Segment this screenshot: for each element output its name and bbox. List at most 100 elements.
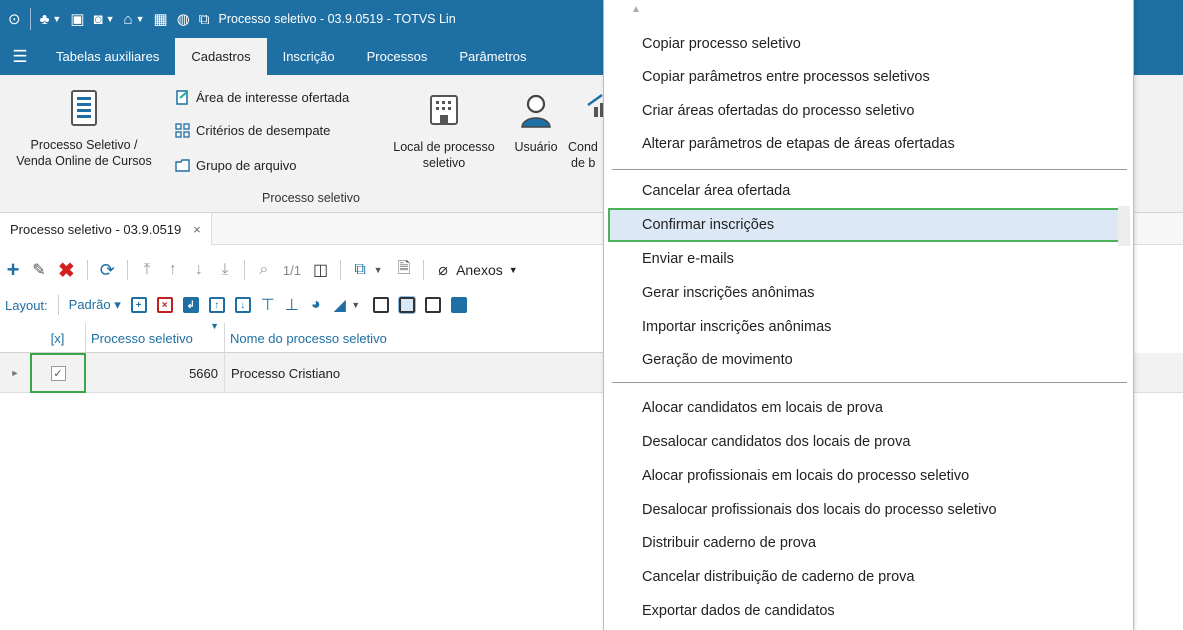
processo-label-2: Venda Online de Cursos: [16, 154, 152, 168]
tab-cadastros[interactable]: Cadastros: [175, 38, 267, 75]
open-window-icon: ⧉: [198, 10, 210, 28]
window-icon[interactable]: ▣: [70, 12, 84, 27]
export-icon[interactable]: ⧉: [353, 261, 367, 279]
edit-icon[interactable]: ✎: [32, 260, 46, 280]
chevron-down-icon[interactable]: ▼: [136, 14, 145, 24]
row-indicator: ►: [0, 353, 30, 393]
color-icon[interactable]: ◕: [309, 296, 323, 314]
select-cell[interactable]: ✓: [30, 353, 86, 393]
tab-tabelas-auxiliares[interactable]: Tabelas auxiliares: [40, 38, 175, 75]
menu-item-copiar-processo[interactable]: Copiar processo seletivo: [608, 27, 1129, 61]
upload-layout-icon[interactable]: ↑: [208, 297, 225, 313]
add-layout-icon[interactable]: +: [130, 297, 147, 313]
local-processo-button[interactable]: Local de processo seletivo: [382, 93, 506, 171]
refresh-icon[interactable]: ⟳: [100, 260, 115, 281]
anexos-button[interactable]: ⌀ Anexos ▼: [436, 260, 518, 280]
add-icon[interactable]: +: [6, 257, 20, 283]
menu-item-desalocar-candidatos[interactable]: Desalocar candidatos dos locais de prova: [608, 425, 1129, 459]
menu-separator: [612, 169, 1127, 170]
menu-item-confirmar-inscricoes[interactable]: Confirmar inscrições: [608, 208, 1129, 242]
table-row[interactable]: ► ✓ 5660 Processo Cristiano: [0, 353, 605, 393]
group-label-processo-seletivo: Processo seletivo: [262, 191, 360, 205]
home-icon[interactable]: ⌂: [124, 12, 133, 27]
menu-item-cancelar-area[interactable]: Cancelar área ofertada: [608, 174, 1129, 208]
menu-item-exportar-dados[interactable]: Exportar dados de candidatos: [608, 594, 1129, 628]
first-record-icon[interactable]: ⤒: [140, 261, 154, 279]
doc-tab-processo-seletivo[interactable]: Processo seletivo - 03.9.0519 ×: [0, 213, 212, 245]
paperclip-icon: ⌀: [438, 262, 448, 279]
processo-column-label: Processo seletivo: [91, 330, 193, 346]
area-interesse-button[interactable]: Área de interesse ofertada: [174, 89, 349, 105]
menu-item-criar-areas[interactable]: Criar áreas ofertadas do processo seleti…: [608, 94, 1129, 128]
download-layout-icon[interactable]: ↓: [234, 297, 251, 313]
close-icon[interactable]: ×: [193, 222, 201, 237]
remove-layout-icon[interactable]: ×: [156, 297, 173, 313]
chevron-down-icon[interactable]: ▼: [371, 265, 385, 275]
tab-parametros[interactable]: Parâmetros: [443, 38, 542, 75]
criterios-button[interactable]: Critérios de desempate: [174, 122, 330, 138]
menu-item-copiar-parametros[interactable]: Copiar parâmetros entre processos seleti…: [608, 60, 1129, 94]
unpin-icon[interactable]: ⊥: [285, 295, 299, 315]
top-panel-icon[interactable]: [424, 297, 441, 313]
user-icon: [506, 93, 566, 133]
select-column-header[interactable]: [x]: [30, 323, 86, 353]
pin-icon[interactable]: ⊤: [261, 295, 275, 315]
next-record-icon[interactable]: ↓: [192, 261, 206, 279]
split-panel-icon[interactable]: [397, 296, 416, 314]
menu-item-cancelar-distribuicao[interactable]: Cancelar distribuição de caderno de prov…: [608, 560, 1129, 594]
tab-processos[interactable]: Processos: [351, 38, 444, 75]
search-icon[interactable]: ⌕: [257, 261, 271, 279]
tab-inscricao[interactable]: Inscrição: [267, 38, 351, 75]
report-icon[interactable]: 🗎: [397, 257, 411, 284]
toolbar-separator: [340, 260, 342, 280]
layout-select[interactable]: Padrão ▾: [69, 297, 121, 313]
menu-item-desalocar-profissionais[interactable]: Desalocar profissionais dos locais do pr…: [608, 493, 1129, 527]
menu-scrollbar[interactable]: [1118, 206, 1130, 246]
chevron-down-icon[interactable]: ▼: [349, 300, 363, 310]
processo-cell: 5660: [86, 353, 225, 393]
scroll-up-icon[interactable]: ▲: [631, 4, 641, 15]
full-panel-icon[interactable]: [450, 297, 467, 313]
condicoes-button[interactable]: Cond de b: [568, 93, 604, 171]
menu-item-alterar-parametros[interactable]: Alterar parâmetros de etapas de áreas of…: [608, 127, 1129, 161]
menu-item-enviar-emails[interactable]: Enviar e-mails: [608, 242, 1129, 276]
chart-up-icon: [582, 93, 604, 133]
app-menu-icon[interactable]: ☰: [0, 38, 40, 75]
previous-record-icon[interactable]: ↑: [166, 261, 180, 279]
chevron-down-icon[interactable]: ▼: [106, 14, 115, 24]
grupo-arquivo-button[interactable]: Grupo de arquivo: [174, 157, 296, 173]
doc-tab-label: Processo seletivo - 03.9.0519: [10, 221, 182, 237]
menu-item-gerar-inscricoes[interactable]: Gerar inscrições anônimas: [608, 276, 1129, 310]
grupo-arquivo-label: Grupo de arquivo: [196, 157, 297, 173]
nome-column-header[interactable]: Nome do processo seletivo: [225, 323, 605, 353]
row-checkbox[interactable]: ✓: [50, 365, 66, 381]
menu-item-importar-inscricoes[interactable]: Importar inscrições anônimas: [608, 310, 1129, 344]
globe-icon[interactable]: ◍: [177, 12, 190, 27]
windows-list-icon[interactable]: ◙: [94, 12, 103, 27]
anexos-label: Anexos: [456, 262, 503, 278]
app-window: ⊙ ♣ ▼ ▣ ◙ ▼ ⌂ ▼ ▦ ◍ ⧉ Processo seletivo …: [0, 0, 1183, 630]
toolbar-separator: [423, 260, 425, 280]
usuario-button[interactable]: Usuário: [506, 93, 566, 155]
last-record-icon[interactable]: ⤓: [218, 261, 232, 279]
save-layout-icon[interactable]: ↲: [182, 297, 199, 313]
processo-label-1: Processo Seletivo /: [30, 138, 138, 152]
menu-item-distribuir-caderno[interactable]: Distribuir caderno de prova: [608, 526, 1129, 560]
chevron-down-icon: ▼: [508, 265, 518, 275]
chart-icon[interactable]: ◢: [333, 295, 347, 315]
processo-column-header[interactable]: Processo seletivo ▼: [86, 321, 225, 353]
menu-item-alocar-candidatos[interactable]: Alocar candidatos em locais de prova: [608, 391, 1129, 425]
columns-icon[interactable]: ◫: [313, 260, 328, 280]
menu-item-alocar-profissionais[interactable]: Alocar profissionais em locais do proces…: [608, 459, 1129, 493]
local-label-1: Local de processo: [393, 140, 495, 154]
processo-seletivo-button[interactable]: Processo Seletivo / Venda Online de Curs…: [4, 89, 164, 169]
totvs-logo-icon[interactable]: ⊙: [8, 12, 21, 27]
chevron-down-icon[interactable]: ▼: [52, 14, 61, 24]
delete-icon[interactable]: ✖: [58, 258, 75, 283]
calculator-icon[interactable]: ▦: [154, 12, 168, 27]
menu-item-geracao-movimento[interactable]: Geração de movimento: [608, 343, 1129, 377]
bottom-panel-icon[interactable]: [372, 297, 389, 313]
users-icon[interactable]: ♣: [40, 12, 50, 27]
filter-icon[interactable]: ▼: [210, 321, 219, 331]
context-menu: ▲ Copiar processo seletivo Copiar parâme…: [603, 0, 1134, 630]
